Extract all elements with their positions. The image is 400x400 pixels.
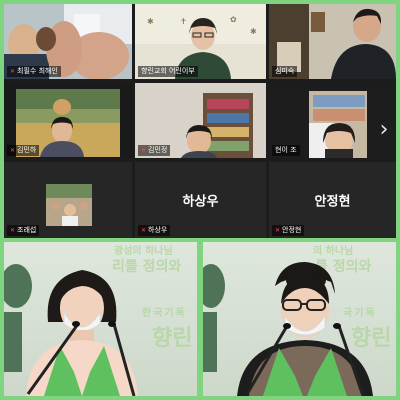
participant-name: ✕ 안정현 <box>272 225 305 236</box>
muted-mic-icon: ✕ <box>141 147 147 154</box>
participant-name: ✕ 김민하 <box>7 145 40 156</box>
participant-tile-video-off[interactable]: 안정현 ✕ 안정현 <box>269 162 396 238</box>
speaker-figure <box>4 264 138 396</box>
speaker-photo-left: 광성의 하나님 리를 정의와 한국기독 향린 <box>4 242 197 396</box>
participant-tile-video-off[interactable]: 하상우 ✕ 하상우 <box>135 162 266 238</box>
speaker-figure <box>203 262 373 396</box>
svg-text:✱: ✱ <box>147 17 154 26</box>
participant-name: 현이 조 <box>272 145 300 156</box>
participant-display-name: 안정현 <box>314 194 351 210</box>
chevron-right-icon[interactable]: › <box>376 116 392 144</box>
participant-name: 심미숙 <box>272 66 298 77</box>
muted-mic-icon: ✕ <box>10 227 16 234</box>
svg-text:✱: ✱ <box>250 27 257 36</box>
muted-mic-icon: ✕ <box>10 68 16 75</box>
participant-name: ✕ 하상우 <box>138 225 171 236</box>
participant-name: ✕ 김민정 <box>138 145 171 156</box>
collage-frame: ✕ 최필수 최해인 ✱ ✝ ✿ ✱ 향린교회 어린이부 심미숙 ✕ 김민하 ✕ … <box>0 0 400 400</box>
participant-display-name: 하상우 <box>182 194 219 210</box>
muted-mic-icon: ✕ <box>141 227 147 234</box>
participant-name: ✕ 조래섭 <box>7 225 40 236</box>
participant-tile[interactable]: ✕ 최필수 최해인 <box>4 4 132 79</box>
participant-tile-active[interactable]: ✱ ✝ ✿ ✱ 향린교회 어린이부 <box>135 4 266 79</box>
participant-name: 향린교회 어린이부 <box>138 66 198 77</box>
speaker-photo-right: 의 하나님 를 정의와 국기독 향린 <box>203 242 396 396</box>
muted-mic-icon: ✕ <box>10 147 16 154</box>
video-gallery: ✕ 최필수 최해인 ✱ ✝ ✿ ✱ 향린교회 어린이부 심미숙 ✕ 김민하 ✕ … <box>4 4 396 238</box>
participant-name: ✕ 최필수 최해인 <box>7 66 61 77</box>
muted-mic-icon: ✕ <box>275 227 281 234</box>
participant-tile[interactable]: ✕ 김민하 <box>4 83 132 158</box>
participant-tile[interactable]: ✕ 김민정 <box>135 83 266 158</box>
participant-tile[interactable]: 심미숙 <box>269 4 396 79</box>
participant-tile[interactable]: ✕ 조래섭 <box>4 162 132 238</box>
svg-text:✝: ✝ <box>180 17 187 26</box>
svg-text:✿: ✿ <box>230 15 237 24</box>
